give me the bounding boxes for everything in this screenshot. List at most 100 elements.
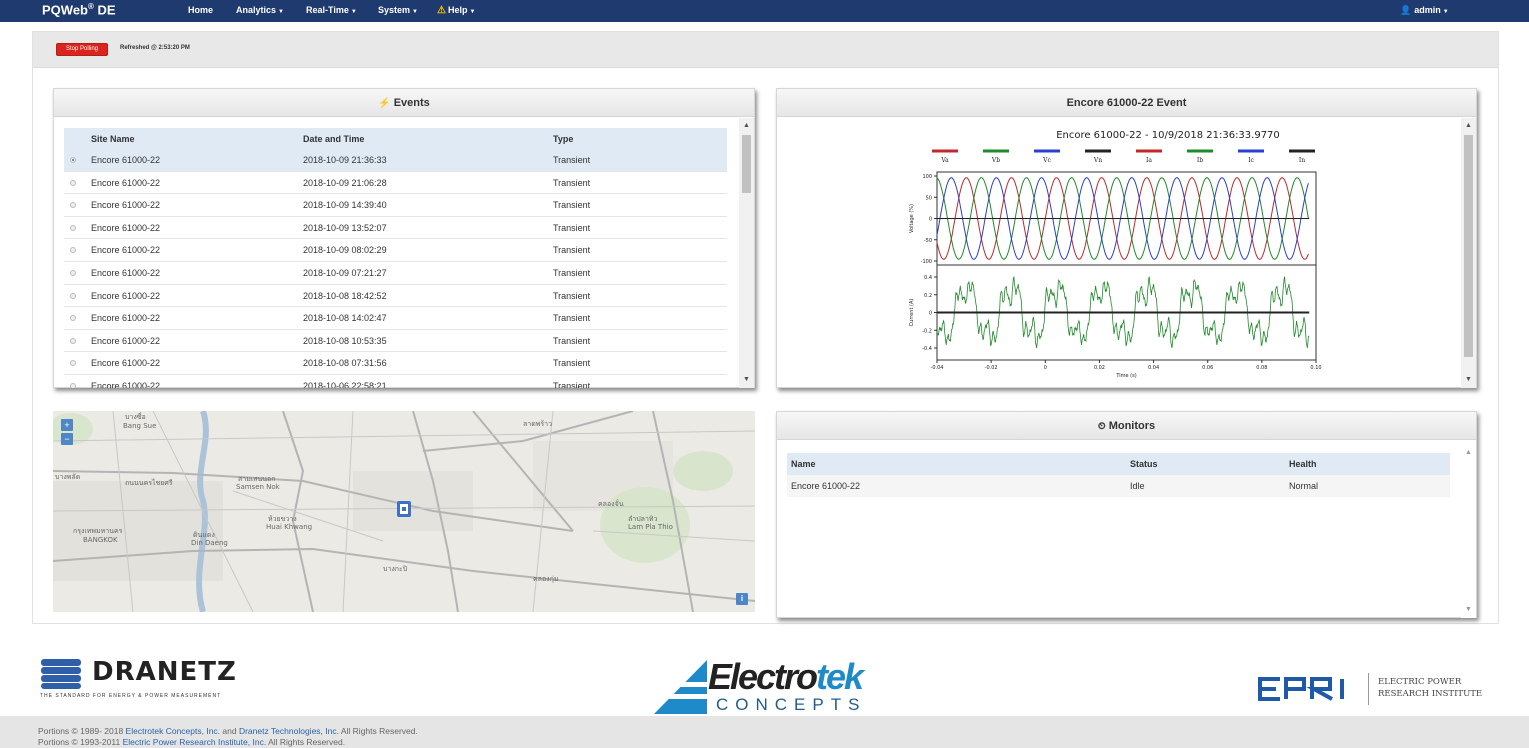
scroll-thumb[interactable] [742, 135, 751, 193]
warning-icon: ⚠ [437, 5, 446, 16]
col-health[interactable]: Health [1289, 459, 1317, 469]
user-menu[interactable]: 👤 admin ▼ [1400, 5, 1449, 16]
event-row[interactable]: Encore 61000-22 2018-10-09 07:21:27 Transi… [64, 262, 727, 285]
event-datetime: 2018-10-08 14:02:47 [303, 313, 387, 324]
map-label: ลาดพร้าว [523, 420, 552, 428]
event-site: Encore 61000-22 [91, 155, 161, 165]
nav-home[interactable]: Home [188, 5, 213, 15]
row-radio[interactable] [70, 179, 76, 186]
events-scrollbar[interactable]: ▲ ▼ [739, 118, 754, 388]
copyright-line-1: Portions © 1989- 2018 Electrotek Concept… [38, 726, 418, 736]
event-row[interactable]: Encore 61000-22 2018-10-09 21:36:33 Transi… [64, 149, 727, 172]
nav-help[interactable]: ⚠ Help ▼ [437, 5, 475, 16]
event-row[interactable]: Encore 61000-22 2018-10-06 22:58:21 Transi… [64, 375, 727, 388]
stop-polling-button[interactable]: Stop Polling [56, 43, 108, 56]
dranetz-mark [41, 659, 81, 689]
scroll-down-icon[interactable]: ▼ [739, 374, 754, 386]
event-row[interactable]: Encore 61000-22 2018-10-08 10:53:35 Transi… [64, 330, 727, 353]
event-type: Transient [553, 358, 591, 369]
legend-label: In [1299, 157, 1305, 164]
legend-label: Vb [991, 157, 1000, 164]
nav-analytics[interactable]: Analytics ▼ [236, 5, 284, 15]
legend-label: Ic [1248, 157, 1254, 164]
col-type[interactable]: Type [553, 134, 573, 144]
scroll-down-icon[interactable]: ▼ [1461, 604, 1476, 616]
polling-bar: Stop Polling Refreshed @ 2:53:20 PM [33, 32, 1498, 68]
caret-down-icon: ▼ [350, 9, 357, 15]
event-type: Transient [553, 200, 591, 211]
site-marker[interactable] [397, 501, 411, 517]
map-label: BANGKOK [83, 536, 118, 544]
dranetz-wordmark: DRANETZ [92, 657, 237, 687]
col-site-name[interactable]: Site Name [91, 134, 135, 144]
waveform-chart: Encore 61000-22 - 10/9/2018 21:36:33.977… [909, 130, 1322, 379]
epri-text: ELECTRIC POWER RESEARCH INSTITUTE [1378, 677, 1483, 699]
event-type: Transient [553, 177, 591, 188]
legend-label: Vc [1042, 157, 1051, 164]
zoom-in-button[interactable]: + [61, 419, 73, 431]
event-row[interactable]: Encore 61000-22 2018-10-08 07:31:56 Transi… [64, 352, 727, 375]
scroll-down-icon[interactable]: ▼ [1461, 374, 1476, 386]
col-date-time[interactable]: Date and Time [303, 134, 364, 144]
event-row[interactable]: Encore 61000-22 2018-10-09 14:39:40 Transi… [64, 194, 727, 217]
event-datetime: 2018-10-08 07:31:56 [303, 358, 387, 369]
row-radio[interactable] [70, 247, 76, 254]
nav-system[interactable]: System ▼ [378, 5, 418, 15]
row-radio[interactable] [70, 269, 76, 276]
event-chart-panel: Encore 61000-22 Event Encore 61000-22 - … [776, 88, 1477, 388]
row-radio[interactable] [70, 202, 76, 209]
row-radio[interactable] [70, 360, 76, 367]
scroll-thumb[interactable] [1464, 135, 1473, 357]
nav-real-time[interactable]: Real-Time ▼ [306, 5, 357, 15]
brand-logo[interactable]: PQWeb® DE [42, 2, 116, 17]
events-table: Site Name Date and Time Type Encore 6100… [64, 128, 727, 388]
legend-label: Va [940, 157, 949, 164]
electrotek-link[interactable]: Electrotek Concepts, Inc. [126, 726, 221, 736]
event-site: Encore 61000-22 [91, 358, 161, 369]
dranetz-link[interactable]: Dranetz Technologies, Inc. [239, 726, 339, 736]
row-radio[interactable] [70, 157, 76, 163]
event-row[interactable]: Encore 61000-22 2018-10-09 13:52:07 Transi… [64, 217, 727, 240]
col-status[interactable]: Status [1130, 459, 1158, 469]
row-radio[interactable] [70, 224, 76, 231]
voltage-tick-label: -50 [924, 238, 932, 244]
clock-icon: ⏲ [1097, 421, 1106, 432]
zoom-out-button[interactable]: − [61, 433, 73, 445]
row-radio[interactable] [70, 315, 76, 322]
event-chart-header: Encore 61000-22 Event [777, 89, 1476, 117]
scroll-up-icon[interactable]: ▲ [1461, 120, 1476, 132]
event-row[interactable]: Encore 61000-22 2018-10-09 21:06:28 Transi… [64, 172, 727, 195]
event-type: Transient [553, 290, 591, 301]
row-radio[interactable] [70, 382, 76, 388]
chart-scrollbar[interactable]: ▲ ▼ [1461, 118, 1476, 388]
event-datetime: 2018-10-09 21:06:28 [303, 177, 387, 188]
event-type: Transient [553, 245, 591, 256]
scroll-up-icon[interactable]: ▲ [739, 120, 754, 132]
event-row[interactable]: Encore 61000-22 2018-10-08 18:42:52 Transi… [64, 285, 727, 308]
voltage-tick-label: 100 [922, 174, 932, 180]
map-label: Samsen Nok [236, 483, 281, 491]
monitors-table: Name Status Health Encore 61000-22 Idle … [787, 453, 1450, 497]
event-site: Encore 61000-22 [91, 267, 161, 278]
col-name[interactable]: Name [791, 459, 816, 469]
monitor-row[interactable]: Encore 61000-22 Idle Normal [787, 475, 1450, 497]
monitors-scrollbar[interactable]: ▲ ▼ [1461, 441, 1476, 618]
user-icon: 👤 [1400, 5, 1412, 15]
row-radio[interactable] [70, 292, 76, 299]
scroll-up-icon[interactable]: ▲ [1461, 447, 1476, 459]
row-radio[interactable] [70, 337, 76, 344]
monitor-health: Normal [1289, 481, 1319, 491]
event-row[interactable]: Encore 61000-22 2018-10-08 14:02:47 Transi… [64, 307, 727, 330]
map-info-button[interactable]: i [736, 593, 748, 605]
monitors-panel-header: ⏲ Monitors [777, 412, 1476, 440]
event-type: Transient [553, 155, 591, 165]
event-row[interactable]: Encore 61000-22 2018-10-09 08:02:29 Transi… [64, 239, 727, 262]
map-label: Huai Khwang [266, 523, 312, 531]
current-axis-label: Current (A) [909, 299, 915, 327]
event-datetime: 2018-10-08 10:53:35 [303, 335, 387, 346]
map-label: บางซื่อ [125, 412, 146, 421]
epri-link[interactable]: Electric Power Research Institute, Inc. [123, 737, 267, 747]
map-label: คลองจั่น [598, 499, 624, 508]
site-map[interactable]: บางซื่อ Bang Sue บางพลัด ถนนนครไชยศรี สามเสน… [53, 411, 755, 612]
voltage-tick-label: 0 [929, 217, 932, 223]
